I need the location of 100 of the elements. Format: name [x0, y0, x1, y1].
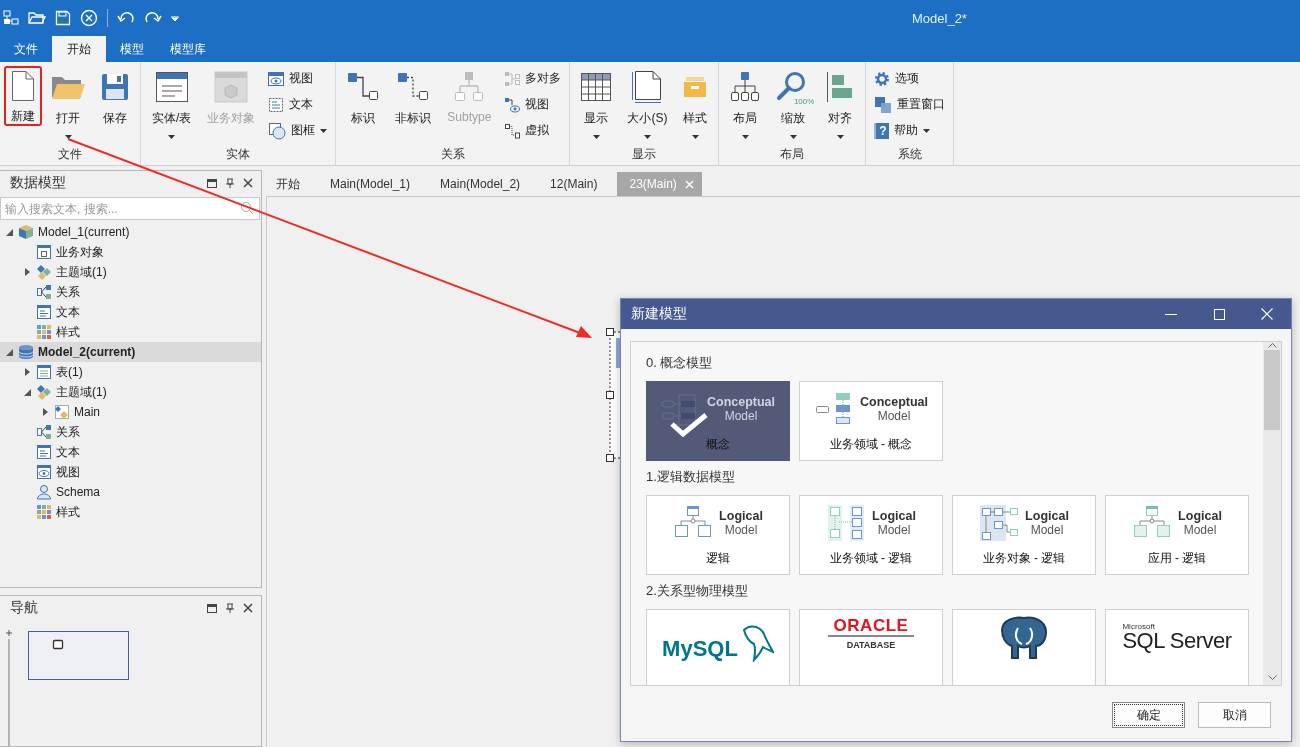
ribbon-button[interactable]: 视图: [264, 66, 332, 91]
view-connector-icon: [504, 96, 521, 113]
ribbon-button[interactable]: ? 帮助: [870, 118, 950, 143]
tree-item[interactable]: Model_1(current): [0, 222, 261, 242]
scrollbar[interactable]: [1263, 342, 1281, 685]
user-icon: [36, 484, 52, 500]
tree-toggle-icon: [6, 228, 13, 236]
ribbon-button[interactable]: 100% 缩放: [769, 66, 818, 144]
settings-icon: [874, 70, 891, 87]
document-icon: [11, 70, 35, 102]
model-card[interactable]: ORACLE DATABASE: [799, 609, 943, 685]
model-card[interactable]: Logical Model 业务领域 - 逻辑: [799, 495, 943, 575]
business-object-icon: [36, 244, 52, 260]
caret-icon: [168, 135, 176, 139]
hierarchy-icon: [453, 71, 486, 103]
ribbon-button[interactable]: 对齐: [819, 66, 862, 144]
tree-toggle-icon: [24, 388, 31, 396]
panel-title: 导航: [10, 599, 39, 617]
tree-item[interactable]: 主题域(1): [0, 262, 261, 282]
model-card[interactable]: Conceptual Model 概念: [646, 381, 790, 461]
tree-toggle-icon: [25, 368, 30, 376]
section-title: 2.关系型物理模型: [646, 582, 749, 600]
align-icon: [826, 72, 855, 102]
frame-icon: [268, 121, 287, 140]
ribbon-button[interactable]: 文本: [264, 92, 332, 117]
connector-icon: [347, 72, 380, 102]
ribbon-tab[interactable]: 文件: [2, 36, 50, 62]
pin-icon: [226, 603, 234, 613]
box-stack-icon: [683, 75, 708, 99]
tree-item[interactable]: 视图: [0, 462, 261, 482]
section-title: 1.逻辑数据模型: [646, 468, 736, 486]
ribbon-button[interactable]: 视图: [500, 92, 566, 117]
ribbon-button[interactable]: 重置窗口: [870, 92, 950, 117]
tree-item[interactable]: 样式: [0, 502, 261, 522]
ribbon-tab[interactable]: 模型库: [158, 36, 218, 62]
tree-item[interactable]: 文本: [0, 442, 261, 462]
tree-item[interactable]: 表(1): [0, 362, 261, 382]
document-tab[interactable]: 开始: [266, 172, 320, 196]
ribbon-button[interactable]: 打开: [44, 66, 92, 144]
model-card[interactable]: Microsoft SQL Server: [1105, 609, 1249, 685]
model-card[interactable]: MySQL: [646, 609, 790, 685]
model-card[interactable]: Logical Model 应用 - 逻辑: [1105, 495, 1249, 575]
close-icon: [684, 179, 694, 189]
ribbon-button[interactable]: 图框: [264, 118, 332, 143]
ribbon-button[interactable]: 实体/表: [145, 66, 199, 144]
model-card[interactable]: Logical Model 业务对象 - 逻辑: [952, 495, 1096, 575]
caret-icon: [691, 135, 699, 139]
grid-icon: [581, 73, 612, 101]
tree-item[interactable]: Model_2(current): [0, 342, 261, 362]
model-card[interactable]: Conceptual Model 业务领域 - 概念: [799, 381, 943, 461]
document-tab[interactable]: Main(Model_1): [320, 172, 431, 196]
document-tab[interactable]: 12(Main): [540, 172, 618, 196]
ribbon-button[interactable]: 新建: [4, 66, 42, 126]
ribbon-tab[interactable]: 模型: [108, 36, 156, 62]
model-card[interactable]: [952, 609, 1096, 685]
box-icon: [214, 71, 249, 103]
tree-item[interactable]: 业务对象: [0, 242, 261, 262]
check-icon: [669, 412, 709, 438]
dialog-button[interactable]: 确定: [1112, 702, 1185, 728]
tree-item[interactable]: 样式: [0, 322, 261, 342]
tree-toggle-icon: [43, 408, 48, 416]
scrollbar-thumb[interactable]: [1264, 350, 1280, 430]
tree-item[interactable]: 主题域(1): [0, 382, 261, 402]
caret-icon: [320, 128, 328, 133]
caret-icon: [64, 135, 72, 139]
tree-item[interactable]: Schema: [0, 482, 261, 502]
group-label: 实体: [225, 146, 252, 164]
ribbon-button[interactable]: 非标识: [388, 66, 439, 144]
ribbon-button[interactable]: 保存: [94, 66, 136, 144]
group-label: 布局: [779, 146, 806, 164]
tree-item[interactable]: 关系: [0, 422, 261, 442]
table-icon: [36, 364, 52, 380]
tree-item[interactable]: 文本: [0, 302, 261, 322]
folder-icon: [28, 10, 46, 26]
diagram-icon: [826, 503, 867, 543]
caret-icon: [789, 135, 797, 139]
ribbon-button[interactable]: 布局: [723, 66, 768, 144]
ribbon-button[interactable]: 标识: [340, 66, 387, 144]
caret-icon: [592, 135, 600, 139]
ribbon-button[interactable]: 大小(S): [620, 66, 675, 144]
model-card[interactable]: Logical Model 逻辑: [646, 495, 790, 575]
close-icon: [80, 9, 98, 27]
dialog-button[interactable]: 取消: [1198, 702, 1271, 728]
tree-item[interactable]: 关系: [0, 282, 261, 302]
ribbon-button[interactable]: 虚拟: [500, 118, 566, 143]
maximize-icon: [207, 603, 217, 613]
search-field[interactable]: 输入搜索文本, 搜索...: [0, 197, 260, 220]
scroll-down-icon: [1267, 675, 1277, 681]
ribbon-button[interactable]: 显示: [574, 66, 619, 144]
scroll-up-icon: [1267, 342, 1277, 348]
text-icon: [36, 304, 52, 320]
caret-icon: [836, 135, 844, 139]
diagram-icon: [3, 10, 19, 26]
dotted-connector-icon: [504, 122, 521, 139]
ribbon-tab[interactable]: 开始: [52, 36, 106, 62]
ribbon-button[interactable]: 选项: [870, 66, 950, 91]
document-tab[interactable]: Main(Model_2): [430, 172, 541, 196]
table-icon: [154, 71, 189, 103]
tree-item[interactable]: Main: [0, 402, 261, 422]
ribbon-button[interactable]: 样式: [676, 66, 715, 144]
